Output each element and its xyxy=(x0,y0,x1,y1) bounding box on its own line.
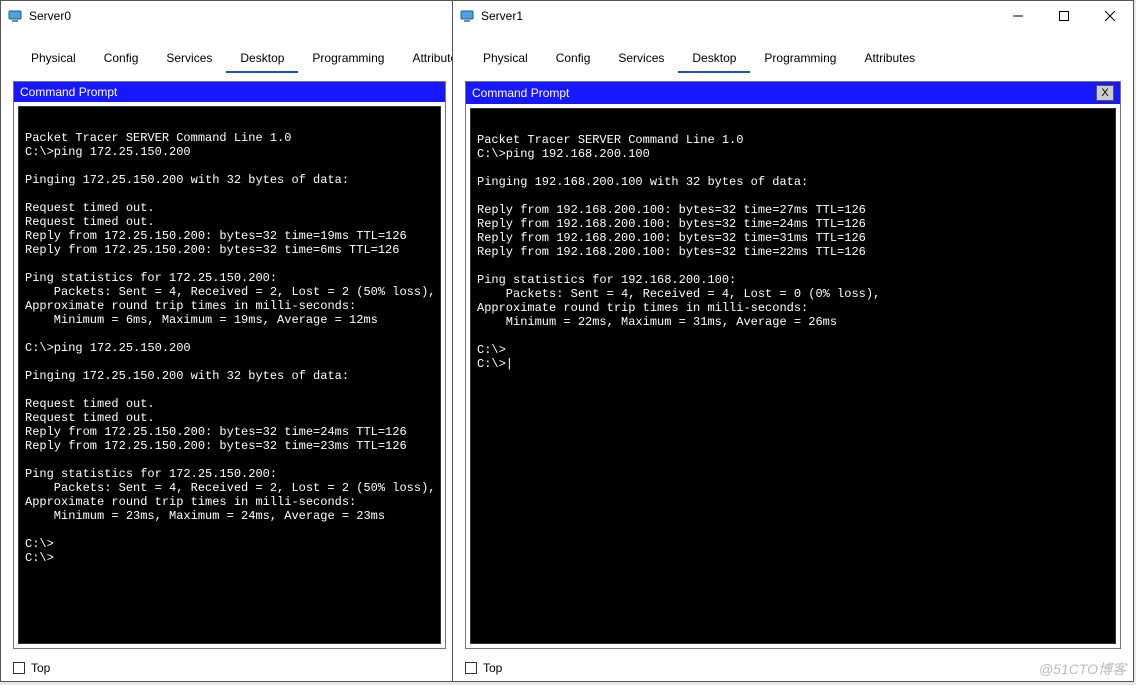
maximize-button[interactable] xyxy=(1041,1,1087,31)
bottombar: Top xyxy=(1,657,458,681)
bottombar: Top xyxy=(453,657,1133,681)
tabbar: Physical Config Services Desktop Program… xyxy=(1,31,458,73)
titlebar[interactable]: Server0 xyxy=(1,1,458,31)
tab-config[interactable]: Config xyxy=(542,47,605,73)
cmd-title: Command Prompt xyxy=(472,86,569,100)
content-frame: Command Prompt Packet Tracer SERVER Comm… xyxy=(13,81,446,649)
tab-programming[interactable]: Programming xyxy=(750,47,850,73)
close-button[interactable] xyxy=(1087,1,1133,31)
tab-config[interactable]: Config xyxy=(90,47,153,73)
app-icon xyxy=(459,8,475,24)
tab-physical[interactable]: Physical xyxy=(17,47,90,73)
minimize-button[interactable] xyxy=(995,1,1041,31)
tab-services[interactable]: Services xyxy=(152,47,226,73)
window-title: Server1 xyxy=(481,9,523,23)
titlebar[interactable]: Server1 xyxy=(453,1,1133,31)
cmd-close-button[interactable]: X xyxy=(1096,85,1114,101)
top-label: Top xyxy=(483,661,502,675)
window-title: Server0 xyxy=(29,9,71,23)
cmd-title: Command Prompt xyxy=(20,85,117,99)
top-checkbox[interactable] xyxy=(465,662,477,674)
window-server1: Server1 Physical Config Services Desktop… xyxy=(452,0,1134,682)
top-checkbox[interactable] xyxy=(13,662,25,674)
tabbar: Physical Config Services Desktop Program… xyxy=(453,31,1133,73)
app-icon xyxy=(7,8,23,24)
terminal[interactable]: Packet Tracer SERVER Command Line 1.0 C:… xyxy=(470,108,1116,644)
tab-attributes[interactable]: Attributes xyxy=(850,47,929,73)
window-server0: Server0 Physical Config Services Desktop… xyxy=(0,0,459,682)
tab-services[interactable]: Services xyxy=(604,47,678,73)
cmd-header: Command Prompt xyxy=(14,82,445,102)
content-frame: Command Prompt X Packet Tracer SERVER Co… xyxy=(465,81,1121,649)
tab-programming[interactable]: Programming xyxy=(298,47,398,73)
tab-desktop[interactable]: Desktop xyxy=(678,47,750,73)
tab-physical[interactable]: Physical xyxy=(469,47,542,73)
cmd-header: Command Prompt X xyxy=(466,82,1120,104)
window-buttons xyxy=(995,1,1133,31)
terminal[interactable]: Packet Tracer SERVER Command Line 1.0 C:… xyxy=(18,106,441,644)
tab-desktop[interactable]: Desktop xyxy=(226,47,298,73)
top-label: Top xyxy=(31,661,50,675)
